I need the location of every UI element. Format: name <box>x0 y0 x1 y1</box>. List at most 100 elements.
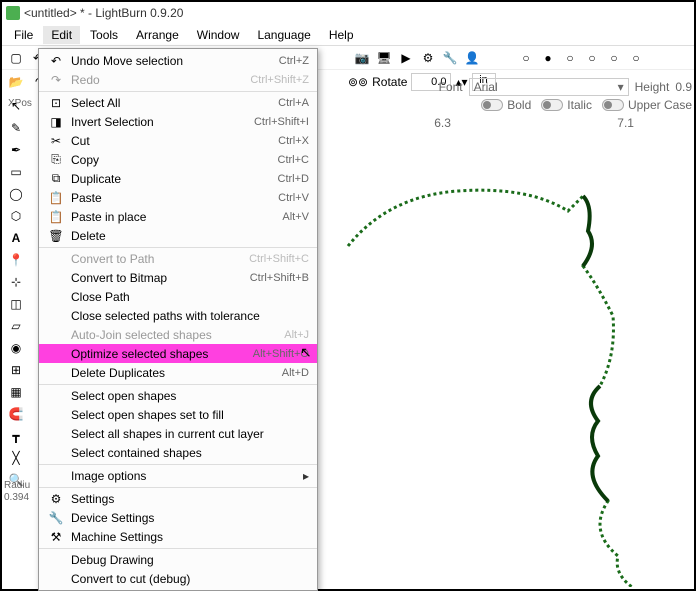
wrench-icon[interactable]: 🔧 <box>440 48 460 68</box>
menu-item-label: Select open shapes <box>71 389 309 403</box>
menu-item-copy[interactable]: ⎘CopyCtrl+C <box>39 150 317 169</box>
grid2-tool-icon[interactable]: ▦ <box>4 382 28 402</box>
rect-tool-icon[interactable]: ▭ <box>4 162 28 182</box>
t-tool-icon[interactable]: ┳ <box>4 426 28 446</box>
menu-help[interactable]: Help <box>321 26 362 44</box>
menu-item-label: Copy <box>71 153 278 167</box>
menu-edit[interactable]: Edit <box>43 26 80 44</box>
menu-item-label: Duplicate <box>71 172 278 186</box>
menu-item-optimize-selected-shapes[interactable]: Optimize selected shapesAlt+Shift+O <box>39 344 317 363</box>
menu-item-undo-move-selection[interactable]: ↶Undo Move selectionCtrl+Z <box>39 51 317 70</box>
app-icon <box>6 6 20 20</box>
menu-item-label: Delete Duplicates <box>71 366 282 380</box>
menu-item-settings[interactable]: ⚙Settings <box>39 487 317 508</box>
menu-item-shortcut: Ctrl+Z <box>279 55 309 67</box>
menu-item-label: Redo <box>71 73 250 87</box>
menu-window[interactable]: Window <box>189 26 248 44</box>
circle6-icon[interactable]: ○ <box>626 48 646 68</box>
offset-tool-icon[interactable]: ◫ <box>4 294 28 314</box>
menu-item-machine-settings[interactable]: ⚒Machine Settings <box>39 527 317 546</box>
font-label: Font <box>439 80 463 94</box>
magnet-tool-icon[interactable]: 🧲 <box>4 404 28 424</box>
menu-item-paste-in-place[interactable]: 📋Paste in placeAlt+V <box>39 207 317 226</box>
menu-item-select-all-shapes-in-current-cut-layer[interactable]: Select all shapes in current cut layer <box>39 424 317 443</box>
menu-item-device-settings[interactable]: 🔧Device Settings <box>39 508 317 527</box>
menu-item-image-options[interactable]: Image options▸ <box>39 464 317 485</box>
menu-tools[interactable]: Tools <box>82 26 126 44</box>
blank-icon <box>47 365 65 381</box>
blank-icon <box>47 388 65 404</box>
gear-icon[interactable]: ⚙ <box>418 48 438 68</box>
height-value: 0.9 <box>675 80 692 94</box>
edit-dropdown-menu: ↶Undo Move selectionCtrl+Z↷RedoCtrl+Shif… <box>38 48 318 591</box>
menu-item-label: Close Path <box>71 290 309 304</box>
menu-item-label: Device Settings <box>71 511 309 525</box>
circle5-icon[interactable]: ○ <box>604 48 624 68</box>
polygon-tool-icon[interactable]: ⬡ <box>4 206 28 226</box>
shape-tool-icon[interactable]: ▱ <box>4 316 28 336</box>
cursor-tool-icon[interactable]: ↖ <box>4 96 28 116</box>
menu-item-auto-join-selected-shapes: Auto-Join selected shapesAlt+J <box>39 325 317 344</box>
camera-icon[interactable]: 📷 <box>352 48 372 68</box>
menu-item-redo: ↷RedoCtrl+Shift+Z <box>39 70 317 89</box>
menu-item-paste[interactable]: 📋PasteCtrl+V <box>39 188 317 207</box>
menu-file[interactable]: File <box>6 26 41 44</box>
paste-icon: 📋 <box>47 209 65 225</box>
paste-icon: 📋 <box>47 190 65 206</box>
menu-item-delete[interactable]: 🗑 Delete <box>39 226 317 245</box>
delete-icon: 🗑 <box>47 228 65 244</box>
menu-item-convert-to-bitmap[interactable]: Convert to BitmapCtrl+Shift+B <box>39 268 317 287</box>
blank-icon <box>47 327 65 343</box>
ellipse-tool-icon[interactable]: ◯ <box>4 184 28 204</box>
play-icon[interactable]: ▶ <box>396 48 416 68</box>
circle1-icon[interactable]: ○ <box>516 48 536 68</box>
chevron-down-icon: ▾ <box>618 80 624 94</box>
circle3-icon[interactable]: ○ <box>560 48 580 68</box>
user-icon[interactable]: 👤 <box>462 48 482 68</box>
pen-tool-icon[interactable]: ✒ <box>4 140 28 160</box>
font-dropdown[interactable]: Arial ▾ <box>469 78 629 96</box>
monitor-icon[interactable]: 🖥 <box>374 48 394 68</box>
menu-item-convert-to-path: Convert to PathCtrl+Shift+C <box>39 247 317 268</box>
open-icon[interactable]: 📂 <box>6 72 26 92</box>
menu-item-shortcut: Ctrl+V <box>278 192 309 204</box>
menu-item-close-selected-paths-with-tolerance[interactable]: Close selected paths with tolerance <box>39 306 317 325</box>
pencil-tool-icon[interactable]: ✎ <box>4 118 28 138</box>
text-tool-icon[interactable]: A <box>4 228 28 248</box>
node-tool-icon[interactable]: ⊹ <box>4 272 28 292</box>
menu-item-duplicate[interactable]: ⧉DuplicateCtrl+D <box>39 169 317 188</box>
menu-item-label: Select open shapes set to fill <box>71 408 309 422</box>
menu-item-label: Convert to cut (debug) <box>71 572 309 586</box>
menu-item-select-open-shapes[interactable]: Select open shapes <box>39 384 317 405</box>
blank-icon <box>47 552 65 568</box>
menu-arrange[interactable]: Arrange <box>128 26 187 44</box>
new-icon[interactable]: ▢ <box>6 48 26 68</box>
height-label: Height <box>635 80 670 94</box>
menu-item-delete-duplicates[interactable]: Delete DuplicatesAlt+D <box>39 363 317 382</box>
bold-toggle[interactable]: Bold <box>481 98 531 112</box>
menu-language[interactable]: Language <box>249 26 318 44</box>
menu-item-cut[interactable]: ✂CutCtrl+X <box>39 131 317 150</box>
x-tool-icon[interactable]: ╳ <box>4 448 28 468</box>
menu-item-shortcut: Ctrl+C <box>278 154 309 166</box>
menu-item-select-all[interactable]: ⊡Select AllCtrl+A <box>39 91 317 112</box>
circle-tool-icon[interactable]: ◉ <box>4 338 28 358</box>
menu-item-debug-drawing[interactable]: Debug Drawing <box>39 548 317 569</box>
menu-item-convert-to-cut-debug-[interactable]: Convert to cut (debug) <box>39 569 317 588</box>
menu-item-select-open-shapes-set-to-fill[interactable]: Select open shapes set to fill <box>39 405 317 424</box>
menu-item-invert-selection[interactable]: ◨Invert SelectionCtrl+Shift+I <box>39 112 317 131</box>
blank-icon <box>47 251 65 267</box>
circle4-icon[interactable]: ○ <box>582 48 602 68</box>
marker-tool-icon[interactable]: 📍 <box>4 250 28 270</box>
menu-item-shortcut: Alt+V <box>282 211 309 223</box>
menu-item-select-contained-shapes[interactable]: Select contained shapes <box>39 443 317 462</box>
upper-toggle[interactable]: Upper Case <box>602 98 692 112</box>
machine-icon: ⚒ <box>47 529 65 545</box>
menu-item-close-path[interactable]: Close Path <box>39 287 317 306</box>
menu-item-label: Delete <box>71 229 309 243</box>
menu-item-shortcut: Ctrl+Shift+B <box>250 272 309 284</box>
grid-tool-icon[interactable]: ⊞ <box>4 360 28 380</box>
italic-toggle[interactable]: Italic <box>541 98 592 112</box>
blank-icon <box>47 270 65 286</box>
circle2-icon[interactable]: ● <box>538 48 558 68</box>
